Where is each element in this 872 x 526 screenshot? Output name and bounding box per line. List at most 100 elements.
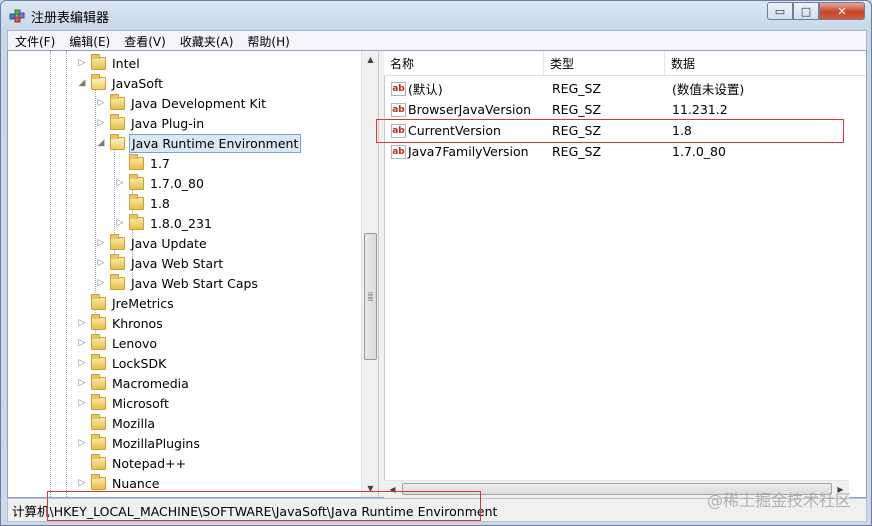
menu-bar: 文件(F) 编辑(E) 查看(V) 收藏夹(A) 帮助(H)	[7, 30, 867, 51]
close-button[interactable]: ✕	[819, 2, 865, 20]
collapse-arrow-icon[interactable]: ◢	[76, 78, 88, 88]
column-type-header[interactable]: 类型	[544, 51, 665, 75]
tree-node-label: Khronos	[112, 315, 163, 331]
column-header: 名称 类型 数据	[384, 51, 866, 76]
expand-arrow-icon[interactable]: ▷	[76, 358, 88, 368]
tree-node-label: 1.7	[150, 155, 170, 171]
tree-node[interactable]: ▷ Nuance	[76, 473, 161, 493]
tree-node[interactable]: ▷ Java Plug-in	[95, 113, 206, 133]
folder-open-icon	[110, 133, 125, 150]
expand-arrow-icon[interactable]: ▷	[95, 258, 107, 268]
tree-node[interactable]: Mozilla	[76, 413, 157, 433]
tree-node[interactable]: ▷ Java Development Kit	[95, 93, 268, 113]
tree-node[interactable]: ◢ JavaSoft	[76, 73, 165, 93]
string-value-icon: ab	[391, 144, 406, 159]
tree-node[interactable]: ▷ Khronos	[76, 313, 165, 333]
folder-icon	[91, 333, 106, 350]
tree-node-label: 1.7.0_80	[150, 175, 204, 191]
value-name-cell: ab Java7FamilyVersion	[388, 141, 529, 162]
expand-arrow-icon[interactable]: ▷	[95, 278, 107, 288]
tree-node[interactable]: ▷ Intel	[76, 53, 142, 73]
folder-icon	[110, 233, 125, 250]
scroll-up-icon[interactable]: ▲	[362, 51, 379, 68]
expand-arrow-icon[interactable]: ▷	[76, 58, 88, 68]
expand-arrow-icon[interactable]: ▷	[95, 238, 107, 248]
expand-arrow-icon[interactable]: ▷	[95, 118, 107, 128]
tree-node-label: Notepad++	[112, 455, 187, 471]
expand-arrow-icon[interactable]: ▷	[76, 338, 88, 348]
tree-node[interactable]: ▷ LockSDK	[76, 353, 168, 373]
minimize-button[interactable]: ▭	[767, 2, 793, 20]
tree-node[interactable]: ▷ MozillaPlugins	[76, 433, 202, 453]
maximize-button[interactable]: □	[793, 2, 819, 20]
expand-arrow-icon[interactable]: ▷	[76, 478, 88, 488]
menu-item[interactable]: 编辑(E)	[62, 33, 117, 50]
folder-icon	[129, 213, 144, 230]
value-name: Java7FamilyVersion	[408, 144, 529, 159]
value-name: (默认)	[408, 82, 443, 97]
folder-icon	[91, 373, 106, 390]
expand-arrow-icon[interactable]: ▷	[114, 178, 126, 188]
collapse-arrow-icon[interactable]: ◢	[95, 138, 107, 148]
caption-buttons: ▭ □ ✕	[767, 2, 865, 20]
folder-icon	[110, 273, 125, 290]
expand-arrow-icon[interactable]: ▷	[76, 378, 88, 388]
tree-node-label: Java Development Kit	[131, 95, 267, 111]
list-row[interactable]: ab Java7FamilyVersion REG_SZ 1.7.0_80	[384, 141, 866, 162]
tree-node[interactable]: 1.7	[114, 153, 172, 173]
minimize-icon: ▭	[774, 4, 786, 18]
folder-icon	[91, 413, 106, 430]
tree-node[interactable]: Notepad++	[76, 453, 188, 473]
folder-icon	[110, 253, 125, 270]
tree-node-label: Lenovo	[112, 335, 158, 351]
tree-node[interactable]: ▷ 1.8.0_231	[114, 213, 214, 233]
list-row[interactable]: ab (默认) REG_SZ (数值未设置)	[384, 78, 866, 99]
expand-arrow-icon[interactable]: ▷	[76, 438, 88, 448]
expand-arrow-icon[interactable]: ▷	[114, 218, 126, 228]
list-row[interactable]: ab BrowserJavaVersion REG_SZ 11.231.2	[384, 99, 866, 120]
tree-node[interactable]: ▷ 1.7.0_80	[114, 173, 206, 193]
values-list: 名称 类型 数据 ab (默认) REG_SZ (数值未设置) ab BrowserJav…	[376, 51, 866, 498]
registry-editor-icon	[9, 9, 25, 23]
tree-node-label: Mozilla	[112, 415, 156, 431]
menu-item[interactable]: 帮助(H)	[240, 33, 296, 50]
tree-node[interactable]: JreMetrics	[76, 293, 176, 313]
expand-arrow-icon[interactable]: ▷	[76, 318, 88, 328]
value-type: REG_SZ	[552, 102, 602, 117]
tree-node[interactable]: ▷ Microsoft	[76, 393, 171, 413]
registry-editor-window: 注册表编辑器 ▭ □ ✕ 文件(F) 编辑(E) 查看(V) 收藏夹(A) 帮助(H) …	[0, 0, 872, 526]
tree-node[interactable]: ▷ Java Web Start	[95, 253, 225, 273]
scrollbar-thumb[interactable]: = = =	[364, 233, 377, 360]
expand-arrow-icon[interactable]: ▷	[95, 98, 107, 108]
tree-node[interactable]: ▷ Java Web Start Caps	[95, 273, 260, 293]
tree-guide-line	[50, 51, 51, 497]
value-name-cell: ab BrowserJavaVersion	[388, 99, 531, 120]
folder-icon	[110, 113, 125, 130]
expand-arrow-icon[interactable]: ▷	[76, 398, 88, 408]
column-data-header[interactable]: 数据	[665, 51, 866, 75]
tree-vertical-scrollbar[interactable]: ▲ = = = ▼	[361, 51, 379, 497]
tree-node-label: Java Runtime Environment	[129, 133, 302, 153]
grip-icon: = = =	[367, 289, 374, 304]
folder-icon	[110, 93, 125, 110]
tree-node[interactable]: ▷ Macromedia	[76, 373, 191, 393]
menu-item[interactable]: 文件(F)	[8, 33, 62, 50]
close-icon: ✕	[837, 4, 847, 18]
menu-item[interactable]: 查看(V)	[117, 33, 173, 50]
folder-icon	[91, 293, 106, 310]
menu-item[interactable]: 收藏夹(A)	[173, 33, 241, 50]
highlight-box-current-version	[376, 119, 844, 143]
tree-node-label: Intel	[112, 55, 140, 71]
column-name-header[interactable]: 名称	[384, 51, 544, 75]
tree-guide-line	[66, 51, 67, 497]
value-data: 11.231.2	[672, 102, 728, 117]
registry-tree: ▷ Intel ◢ JavaSoft ▷ Java Development Kit ▷ Jav…	[8, 51, 361, 497]
tree-node[interactable]: 1.8	[114, 193, 172, 213]
tree-node-label: Java Plug-in	[131, 115, 205, 131]
tree-node-label: 1.8.0_231	[150, 215, 212, 231]
client-area: ▷ Intel ◢ JavaSoft ▷ Java Development Kit ▷ Jav…	[7, 50, 867, 498]
tree-node[interactable]: ▷ Lenovo	[76, 333, 159, 353]
tree-node[interactable]: ▷ Java Update	[95, 233, 209, 253]
tree-node[interactable]: ◢ Java Runtime Environment	[95, 133, 302, 153]
tree-node-label: Java Web Start	[131, 255, 224, 271]
